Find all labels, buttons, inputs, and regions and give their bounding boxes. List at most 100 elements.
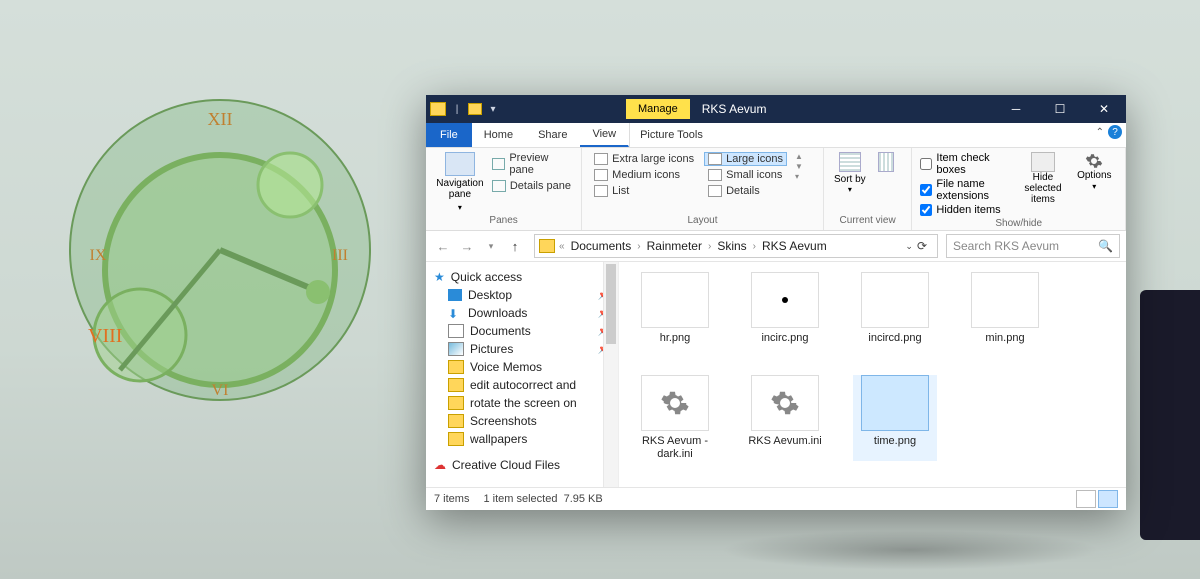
forward-button[interactable]: → <box>456 235 478 257</box>
nav-item-pictures[interactable]: Pictures📌 <box>430 340 614 358</box>
file-item[interactable]: incirc.png <box>743 272 827 345</box>
minimize-button[interactable]: ─ <box>994 95 1038 123</box>
search-icon: 🔍 <box>1098 239 1113 253</box>
desktop-clock-widget: XII III VI IX VIII <box>60 90 380 410</box>
panes-group-label: Panes <box>434 213 573 228</box>
folder-icon <box>539 239 555 253</box>
breadcrumb[interactable]: Documents <box>569 239 634 253</box>
picture-tools-tab[interactable]: Picture Tools <box>629 123 713 147</box>
layout-scroll-down-icon[interactable]: ▼ <box>795 162 803 171</box>
layout-more-icon[interactable]: ▾ <box>795 172 803 181</box>
file-name-label: incirc.png <box>761 332 808 345</box>
nav-item-documents[interactable]: Documents📌 <box>430 322 614 340</box>
ribbon: Navigation pane ▾ Preview pane Details p… <box>426 148 1126 231</box>
details-view-button[interactable] <box>1076 490 1096 508</box>
navigation-pane[interactable]: ★Quick access Desktop📌 ⬇Downloads📌 Docum… <box>426 262 619 487</box>
nav-item-rotate-screen[interactable]: rotate the screen on <box>430 394 614 412</box>
layout-scroll-up-icon[interactable]: ▲ <box>795 152 803 161</box>
file-item[interactable]: RKS Aevum - dark.ini <box>633 375 717 461</box>
item-count: 7 items <box>434 493 469 505</box>
file-name-label: RKS Aevum.ini <box>748 435 821 448</box>
file-name-label: hr.png <box>660 332 691 345</box>
file-name-label: RKS Aevum - dark.ini <box>633 435 717 461</box>
nav-item-voice-memos[interactable]: Voice Memos <box>430 358 614 376</box>
quick-access-toolbar: | ▾ <box>426 100 506 118</box>
background-device <box>1140 290 1200 540</box>
ribbon-tab-bar: File Home Share View Picture Tools ⌃ ? <box>426 123 1126 148</box>
nav-scrollbar[interactable] <box>603 262 618 487</box>
quick-access-header[interactable]: ★Quick access <box>430 268 614 286</box>
help-icon[interactable]: ? <box>1108 125 1122 139</box>
svg-text:XII: XII <box>208 109 233 129</box>
folder-icon <box>430 102 446 116</box>
layout-group-label: Layout <box>590 213 815 228</box>
file-item[interactable]: min.png <box>963 272 1047 345</box>
sort-by-button[interactable]: Sort by ▾ <box>832 152 868 194</box>
manage-contextual-tab[interactable]: Manage <box>626 99 690 119</box>
details-pane-button[interactable]: Details pane <box>492 180 573 192</box>
large-icons-view-button[interactable] <box>1098 490 1118 508</box>
large-icons-button[interactable]: Large icons <box>704 152 787 166</box>
small-icons-button[interactable]: Small icons <box>704 168 787 182</box>
add-columns-button[interactable] <box>874 152 894 172</box>
tab-view[interactable]: View <box>580 123 629 147</box>
breadcrumb[interactable]: Rainmeter <box>645 239 704 253</box>
nav-item-desktop[interactable]: Desktop📌 <box>430 286 614 304</box>
file-list[interactable]: hr.png incirc.png incircd.png min.png RKS Ae… <box>619 262 1126 487</box>
breadcrumb[interactable]: Skins <box>715 239 748 253</box>
options-button[interactable]: Options ▾ <box>1072 152 1117 192</box>
up-button[interactable]: ↑ <box>504 235 526 257</box>
svg-text:VIII: VIII <box>88 325 122 347</box>
search-input[interactable]: Search RKS Aevum 🔍 <box>946 234 1120 258</box>
refresh-icon[interactable]: ⟳ <box>917 239 927 253</box>
qat-dropdown-icon[interactable]: ▾ <box>484 100 502 118</box>
tab-home[interactable]: Home <box>472 123 526 147</box>
explorer-window: | ▾ Manage RKS Aevum ─ ☐ ✕ File Home Sha… <box>426 95 1126 510</box>
preview-pane-button[interactable]: Preview pane <box>492 152 573 176</box>
file-name-label: min.png <box>985 332 1024 345</box>
collapse-ribbon-icon[interactable]: ⌃ <box>1096 127 1104 138</box>
tab-share[interactable]: Share <box>526 123 580 147</box>
reflection <box>720 530 1100 570</box>
svg-text:VI: VI <box>212 382 229 399</box>
status-bar: 7 items 1 item selected 7.95 KB <box>426 487 1126 510</box>
file-item[interactable]: hr.png <box>633 272 717 345</box>
file-name-label: time.png <box>874 435 916 448</box>
recent-dropdown-icon[interactable]: ▾ <box>480 235 502 257</box>
file-item[interactable]: incircd.png <box>853 272 937 345</box>
medium-icons-button[interactable]: Medium icons <box>590 168 698 182</box>
svg-text:IX: IX <box>90 247 107 264</box>
nav-item-screenshots[interactable]: Screenshots <box>430 412 614 430</box>
navigation-pane-button[interactable]: Navigation pane ▾ <box>434 152 486 213</box>
back-button[interactable]: ← <box>432 235 454 257</box>
address-bar: ← → ▾ ↑ « Documents› Rainmeter› Skins› R… <box>426 231 1126 262</box>
nav-item-wallpapers[interactable]: wallpapers <box>430 430 614 448</box>
show-hide-group-label: Show/hide <box>920 216 1117 231</box>
current-view-group-label: Current view <box>832 213 904 228</box>
nav-item-edit-autocorrect[interactable]: edit autocorrect and <box>430 376 614 394</box>
details-button[interactable]: Details <box>704 184 787 198</box>
svg-text:III: III <box>332 247 348 264</box>
list-button[interactable]: List <box>590 184 698 198</box>
nav-item-downloads[interactable]: ⬇Downloads📌 <box>430 304 614 322</box>
nav-item-creative-cloud[interactable]: ☁Creative Cloud Files <box>430 456 614 474</box>
hide-selected-button[interactable]: Hide selected items <box>1020 152 1065 205</box>
divider-icon: | <box>448 100 466 118</box>
file-extensions-checkbox[interactable]: File name extensions <box>920 178 1014 202</box>
file-name-label: incircd.png <box>868 332 921 345</box>
folder-small-icon <box>468 103 482 115</box>
extra-large-icons-button[interactable]: Extra large icons <box>590 152 698 166</box>
hidden-items-checkbox[interactable]: Hidden items <box>920 204 1014 216</box>
title-bar[interactable]: | ▾ Manage RKS Aevum ─ ☐ ✕ <box>426 95 1126 123</box>
selection-info: 1 item selected 7.95 KB <box>483 493 602 505</box>
maximize-button[interactable]: ☐ <box>1038 95 1082 123</box>
file-item[interactable]: time.png <box>853 375 937 461</box>
address-dropdown-icon[interactable]: ⌄ <box>905 241 913 252</box>
window-title: RKS Aevum <box>702 102 767 116</box>
file-item[interactable]: RKS Aevum.ini <box>743 375 827 461</box>
breadcrumb-bar[interactable]: « Documents› Rainmeter› Skins› RKS Aevum… <box>534 234 938 258</box>
file-tab[interactable]: File <box>426 123 472 147</box>
breadcrumb[interactable]: RKS Aevum <box>760 239 829 253</box>
item-check-boxes-checkbox[interactable]: Item check boxes <box>920 152 1014 176</box>
close-button[interactable]: ✕ <box>1082 95 1126 123</box>
